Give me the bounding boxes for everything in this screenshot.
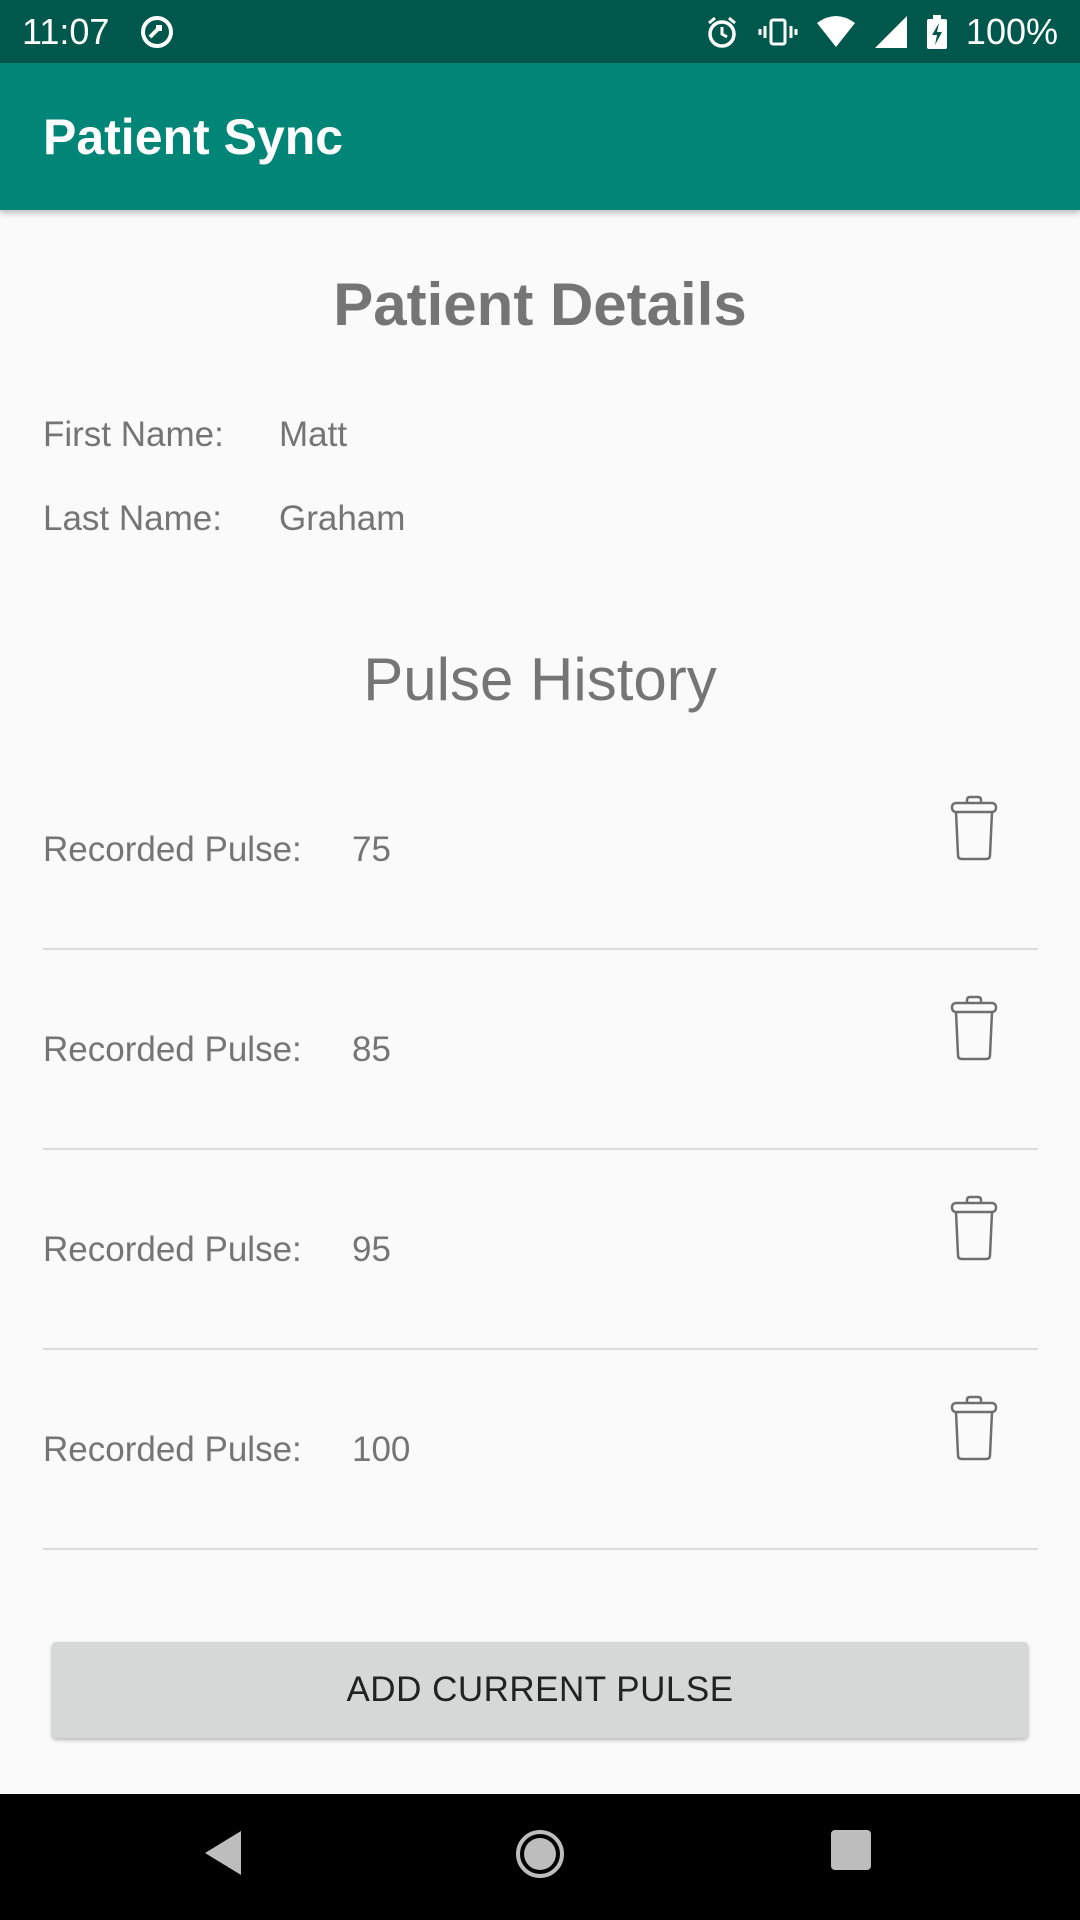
last-name-label: Last Name: <box>43 499 222 538</box>
pulse-text: Recorded Pulse: 85 <box>43 950 391 1150</box>
pulse-label: Recorded Pulse: <box>43 1430 302 1469</box>
app-title: Patient Sync <box>43 108 344 165</box>
pulse-value: 95 <box>352 1230 391 1269</box>
recents-icon <box>831 1830 871 1870</box>
status-right: 100% <box>704 11 1058 53</box>
pulse-label: Recorded Pulse: <box>43 1030 302 1069</box>
add-current-pulse-button[interactable]: ADD CURRENT PULSE <box>52 1642 1028 1738</box>
battery-level: 100% <box>965 10 1058 52</box>
trash-icon <box>950 1395 998 1461</box>
pulse-value: 100 <box>352 1430 411 1469</box>
pulse-item: Recorded Pulse: 85 <box>43 950 1038 1150</box>
pulse-value: 85 <box>352 1030 391 1069</box>
main-content: Patient Details First Name: Matt Last Na… <box>0 210 1080 1794</box>
delete-pulse-button[interactable] <box>948 794 1000 862</box>
cell-signal-icon <box>874 15 908 49</box>
status-bar: 11:07 100% <box>0 0 1080 63</box>
data-saver-icon <box>139 14 175 50</box>
first-name-label: First Name: <box>43 415 224 454</box>
alarm-icon <box>704 14 740 50</box>
pulse-list: Recorded Pulse: 75 Recorded Pulse: 85 Re… <box>43 750 1038 1550</box>
last-name-value: Graham <box>279 499 406 538</box>
pulse-label: Recorded Pulse: <box>43 1230 302 1269</box>
pulse-history-title: Pulse History <box>363 646 717 713</box>
trash-icon <box>950 995 998 1061</box>
pulse-text: Recorded Pulse: 95 <box>43 1150 391 1350</box>
trash-icon <box>950 1195 998 1261</box>
pulse-text: Recorded Pulse: 75 <box>43 750 391 950</box>
status-left: 11:07 <box>22 11 175 53</box>
recents-button[interactable] <box>830 1829 872 1876</box>
last-name-row: Last Name: Graham <box>43 494 405 544</box>
navigation-bar <box>0 1794 1080 1920</box>
pulse-item: Recorded Pulse: 100 <box>43 1350 1038 1550</box>
pulse-item: Recorded Pulse: 95 <box>43 1150 1038 1350</box>
pulse-value: 75 <box>352 830 391 869</box>
pulse-text: Recorded Pulse: 100 <box>43 1350 410 1550</box>
patient-details-title: Patient Details <box>333 271 747 338</box>
first-name-value: Matt <box>279 415 348 454</box>
battery-charging-icon <box>926 14 948 50</box>
pulse-item: Recorded Pulse: 75 <box>43 750 1038 950</box>
back-icon <box>205 1831 241 1875</box>
app-bar: Patient Sync <box>0 63 1080 210</box>
vibrate-icon <box>758 14 798 50</box>
home-button[interactable] <box>515 1829 565 1884</box>
delete-pulse-button[interactable] <box>948 1194 1000 1262</box>
status-time: 11:07 <box>22 10 110 52</box>
pulse-label: Recorded Pulse: <box>43 830 302 869</box>
delete-pulse-button[interactable] <box>948 1394 1000 1462</box>
back-button[interactable] <box>203 1829 243 1882</box>
delete-pulse-button[interactable] <box>948 994 1000 1062</box>
first-name-row: First Name: Matt <box>43 410 347 460</box>
wifi-icon <box>816 15 856 49</box>
trash-icon <box>950 795 998 861</box>
home-icon <box>516 1830 564 1878</box>
